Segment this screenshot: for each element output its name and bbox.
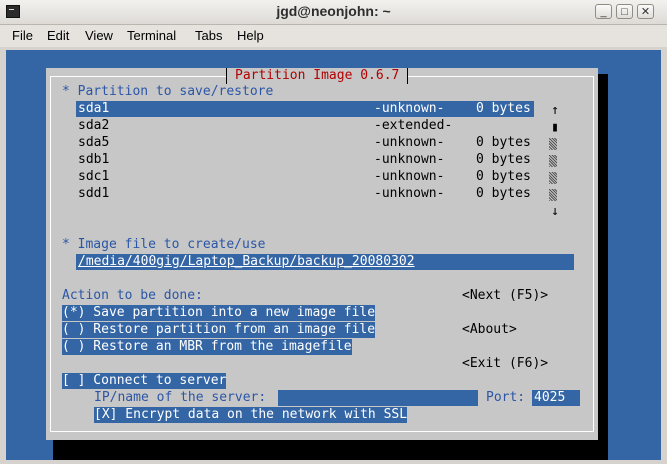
image-file-heading: * Image file to create/use	[62, 237, 266, 252]
dialog-shadow-right	[598, 74, 608, 444]
scroll-track[interactable]	[549, 172, 557, 184]
port-label: Port:	[486, 390, 526, 405]
menubar: File Edit View Terminal Tabs Help	[0, 25, 667, 47]
scroll-track[interactable]	[549, 138, 557, 150]
minimize-button[interactable]: _	[595, 4, 612, 19]
image-file-value: /media/400gig/Laptop_Backup/backup_20080…	[78, 254, 415, 269]
partition-type: -unknown-	[374, 152, 445, 167]
next-button[interactable]: <Next (F5)>	[462, 288, 548, 304]
partition-row-highlight	[76, 101, 534, 117]
scroll-up-arrow-icon[interactable]: ↑	[550, 103, 560, 119]
window-titlebar: jgd@neonjohn: ~ _ □ ✕	[0, 0, 667, 25]
menu-edit[interactable]: Edit	[47, 28, 69, 43]
connect-server-checkbox[interactable]: [ ] Connect to server	[62, 373, 227, 389]
partition-size: 0 bytes	[476, 169, 531, 184]
exit-button[interactable]: <Exit (F6)>	[462, 356, 548, 372]
server-label: IP/name of the server:	[94, 390, 267, 405]
partition-size: 0 bytes	[476, 152, 531, 167]
partition-type: -unknown-	[374, 169, 445, 184]
partition-size: 0 bytes	[476, 186, 531, 201]
partition-type: -unknown-	[374, 135, 445, 150]
scroll-down-arrow-icon[interactable]: ↓	[550, 204, 560, 220]
scroll-track[interactable]	[549, 189, 557, 201]
ssl-checkbox[interactable]: [X] Encrypt data on the network with SSL	[94, 407, 408, 423]
partition-size: 0 bytes	[476, 101, 531, 116]
menu-help[interactable]: Help	[237, 28, 264, 43]
partition-name[interactable]: sda2	[78, 118, 109, 134]
about-button[interactable]: <About>	[462, 322, 517, 338]
port-value: 4025	[534, 390, 566, 405]
menu-tabs[interactable]: Tabs	[195, 28, 222, 43]
action-heading: Action to be done:	[62, 288, 203, 303]
dialog-shadow-bottom	[53, 440, 608, 460]
partition-type: -extended-	[374, 118, 453, 133]
partition-name[interactable]: sdd1	[78, 186, 109, 202]
action-restore-radio[interactable]: ( ) Restore partition from an image file	[62, 322, 376, 338]
close-button[interactable]: ✕	[637, 4, 654, 19]
partition-name[interactable]: sda1	[78, 101, 109, 117]
menu-file[interactable]: File	[12, 28, 33, 43]
menu-terminal[interactable]: Terminal	[127, 28, 176, 43]
menu-view[interactable]: View	[85, 28, 113, 43]
server-input[interactable]	[278, 390, 478, 406]
partimage-dialog: Partition Image 0.6.7 * Partition to sav…	[46, 68, 598, 440]
window-title: jgd@neonjohn: ~	[276, 3, 391, 19]
action-save-radio[interactable]: (*) Save partition into a new image file	[62, 305, 376, 321]
partition-heading: * Partition to save/restore	[62, 84, 274, 99]
action-mbr-radio[interactable]: ( ) Restore an MBR from the imagefile	[62, 339, 352, 355]
scroll-track[interactable]	[549, 155, 557, 167]
partition-size: 0 bytes	[476, 135, 531, 150]
maximize-button[interactable]: □	[616, 4, 633, 19]
scroll-thumb[interactable]: ▮	[550, 120, 560, 136]
partition-type: -unknown-	[374, 101, 445, 116]
dialog-title: Partition Image 0.6.7	[226, 68, 409, 84]
partition-name[interactable]: sda5	[78, 135, 109, 151]
partition-name[interactable]: sdb1	[78, 152, 109, 168]
partition-type: -unknown-	[374, 186, 445, 201]
partition-name[interactable]: sdc1	[78, 169, 109, 185]
